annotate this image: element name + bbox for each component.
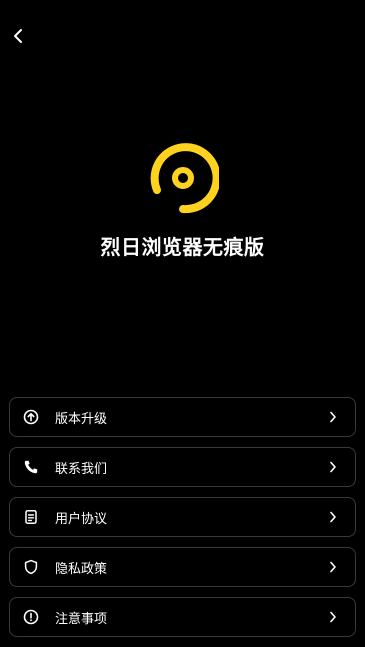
menu-item-notes[interactable]: 注意事项 bbox=[9, 597, 356, 637]
menu-item-label: 版本升级 bbox=[55, 411, 108, 427]
menu-item-privacy-policy[interactable]: 隐私政策 bbox=[9, 547, 356, 587]
arrow-up-circle-icon bbox=[22, 408, 40, 426]
chevron-left-icon bbox=[14, 29, 22, 43]
info-circle-icon bbox=[22, 608, 40, 626]
menu-item-label: 联系我们 bbox=[55, 461, 108, 477]
menu-item-label: 注意事项 bbox=[55, 611, 108, 627]
chevron-right-icon bbox=[327, 611, 339, 623]
phone-icon bbox=[22, 458, 40, 476]
app-name: 烈日浏览器无痕版 bbox=[100, 235, 265, 259]
document-icon bbox=[22, 508, 40, 526]
app-logo-icon bbox=[150, 143, 219, 214]
menu-item-contact-us[interactable]: 联系我们 bbox=[9, 447, 356, 487]
settings-menu: 版本升级 联系我们 用户协议 隐私政策 注意事项 bbox=[9, 397, 356, 647]
menu-item-label: 用户协议 bbox=[55, 511, 108, 527]
chevron-right-icon bbox=[327, 511, 339, 523]
menu-item-version-upgrade[interactable]: 版本升级 bbox=[9, 397, 356, 437]
back-button[interactable] bbox=[6, 24, 30, 48]
menu-item-label: 隐私政策 bbox=[55, 561, 108, 577]
chevron-right-icon bbox=[327, 561, 339, 573]
chevron-right-icon bbox=[327, 461, 339, 473]
shield-icon bbox=[22, 558, 40, 576]
menu-item-user-agreement[interactable]: 用户协议 bbox=[9, 497, 356, 537]
chevron-right-icon bbox=[327, 411, 339, 423]
